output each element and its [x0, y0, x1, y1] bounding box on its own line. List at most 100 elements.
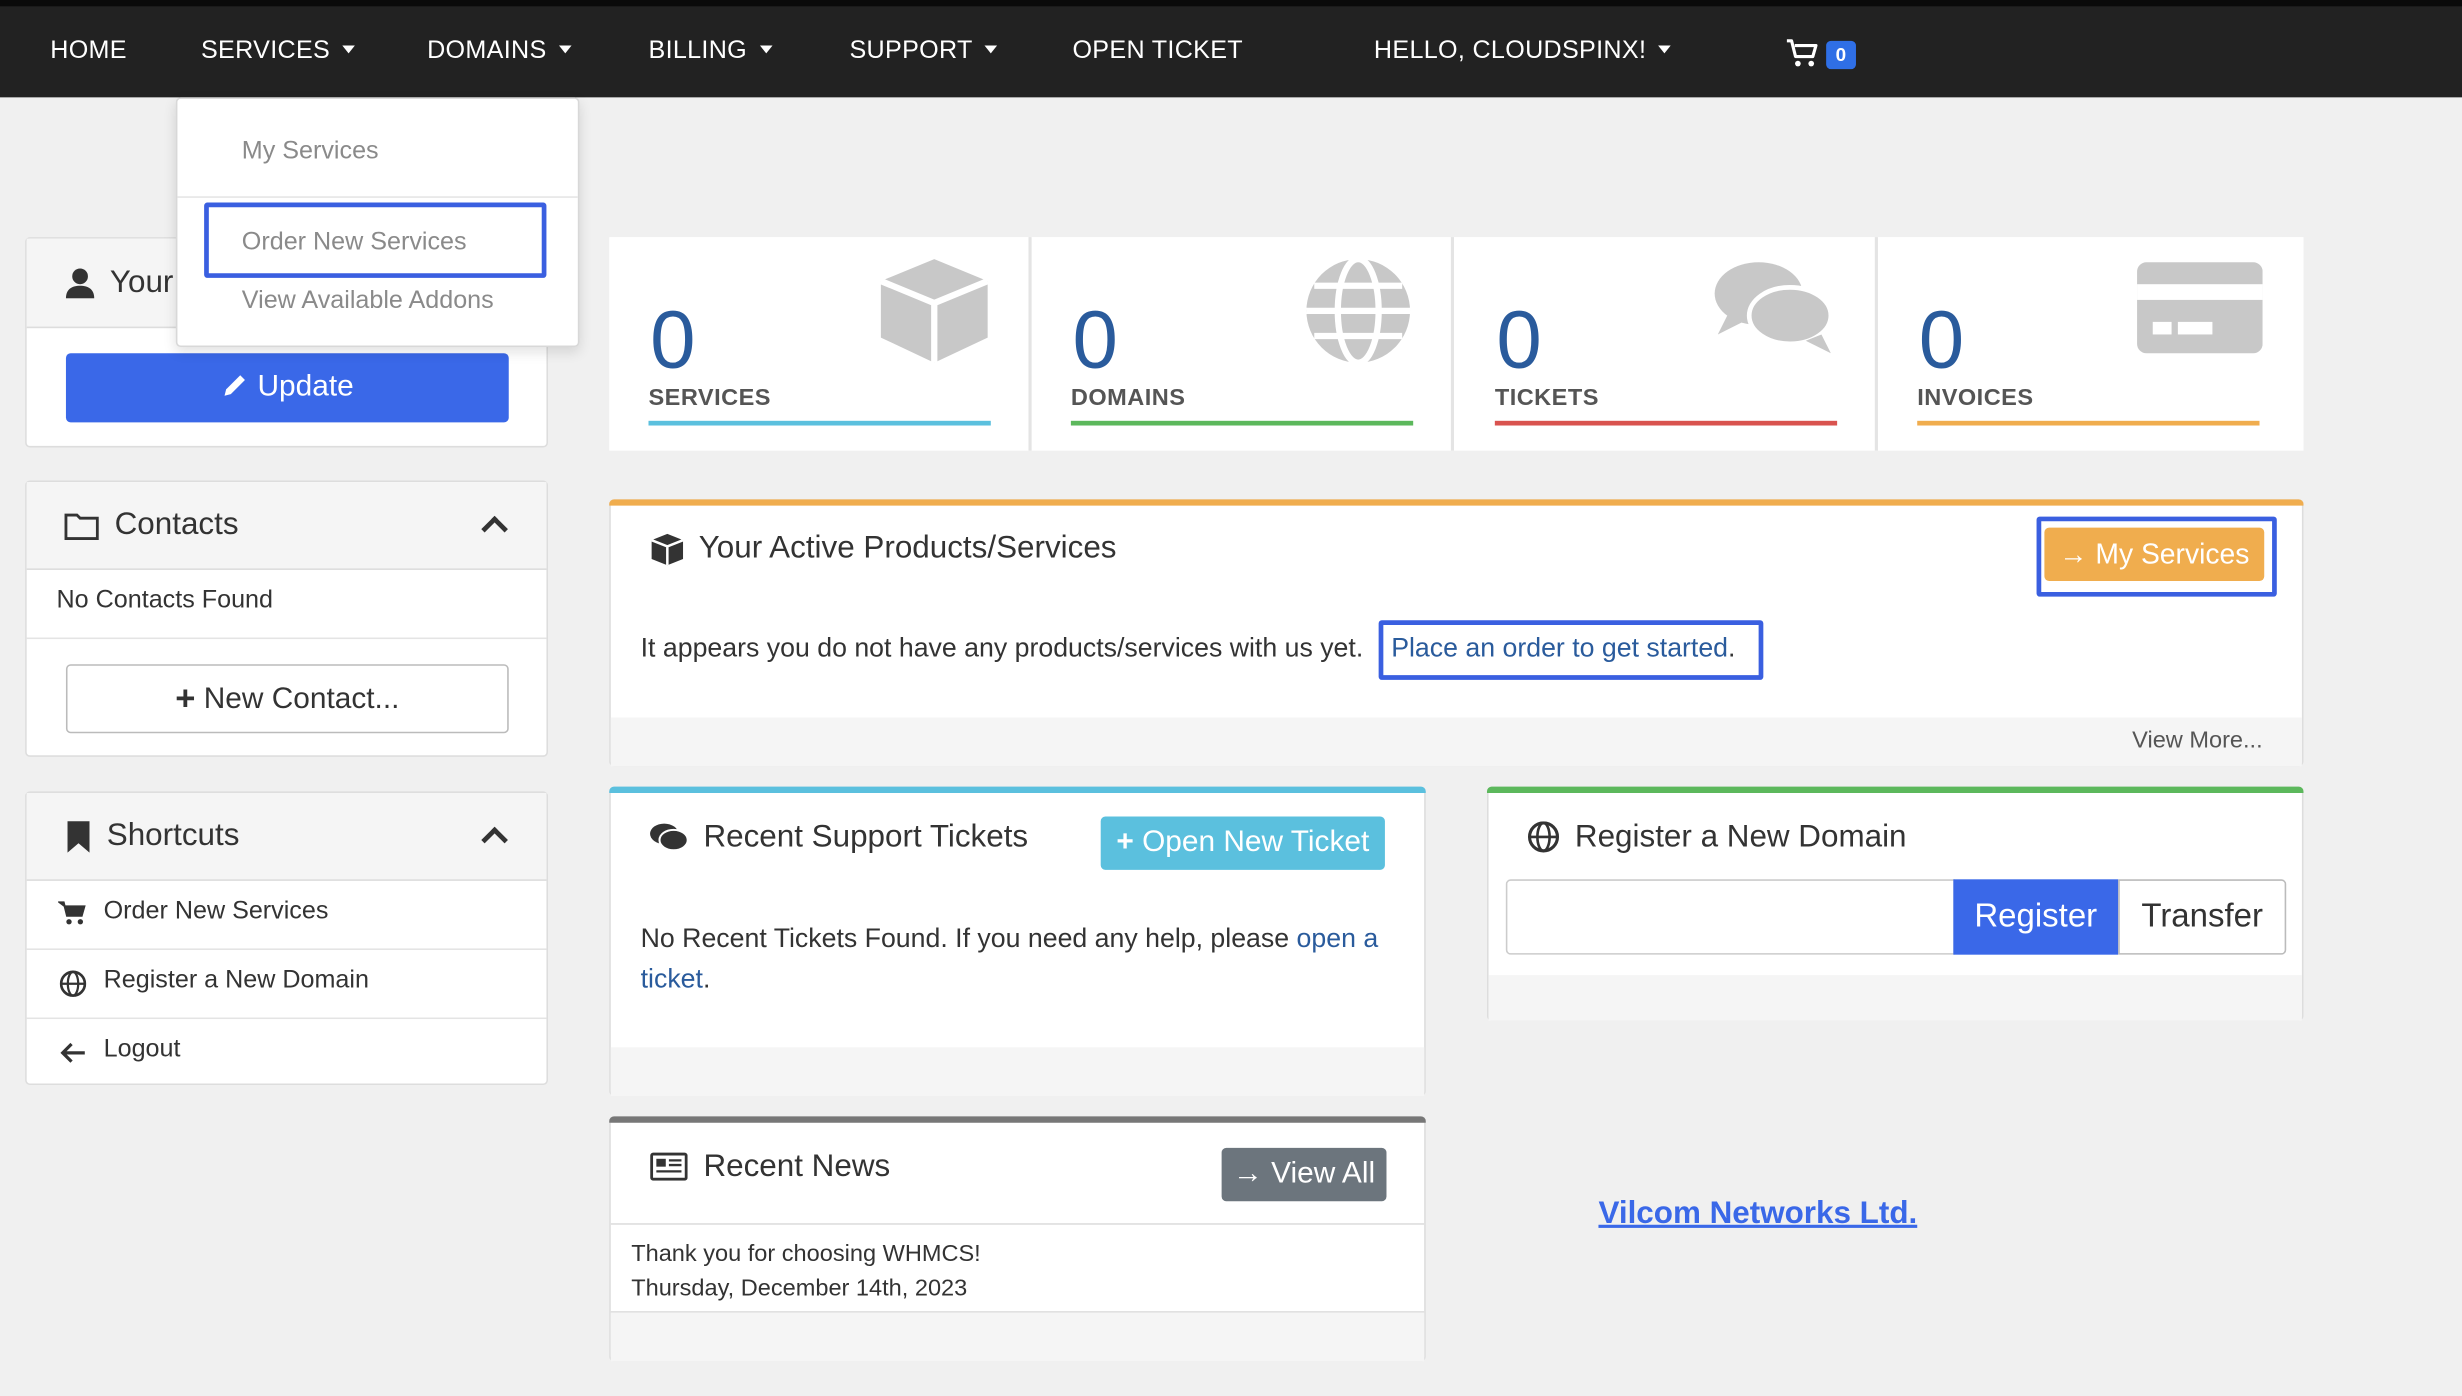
card-accent-bar — [609, 499, 2304, 506]
new-contact-button[interactable]: + New Contact... — [65, 664, 509, 734]
shortcut-label: Register a New Domain — [103, 967, 369, 994]
nav-services[interactable]: SERVICES — [200, 37, 356, 66]
shortcuts-panel: Shortcuts Order New Services Register a … — [25, 791, 548, 1087]
contacts-panel-title: Contacts — [114, 507, 239, 542]
nav-support-label: SUPPORT — [849, 37, 973, 65]
link-suffix: . — [702, 964, 711, 994]
cart-icon — [1786, 39, 1818, 67]
active-products-title: Your Active Products/Services — [698, 530, 1117, 566]
contacts-empty-text: No Contacts Found — [26, 570, 547, 640]
support-tickets-text: No Recent Tickets Found. If you need any… — [640, 923, 1290, 954]
comments-icon — [650, 823, 689, 852]
view-more-link[interactable]: View More... — [2132, 727, 2262, 754]
nav-cart[interactable]: 0 — [1785, 38, 1856, 73]
company-link[interactable]: Vilcom Networks Ltd. — [1598, 1196, 1917, 1232]
cube-icon — [651, 533, 684, 566]
support-tickets-footer — [610, 1047, 1425, 1096]
nav-home[interactable]: HOME — [50, 38, 127, 66]
caret-down-icon — [759, 45, 773, 54]
active-products-footer: View More... — [610, 717, 2302, 767]
stat-value: 0 — [1918, 295, 1965, 387]
nav-billing[interactable]: BILLING — [648, 38, 773, 66]
globe-icon — [1306, 255, 1411, 366]
card-accent-bar — [1486, 786, 2304, 793]
nav-support[interactable]: SUPPORT — [849, 37, 998, 66]
register-domain-card: Register a New Domain Register Transfer — [1486, 786, 2304, 1021]
link-suffix: . — [1728, 632, 1736, 663]
stat-underline — [1494, 420, 1838, 426]
shortcut-logout[interactable]: Logout — [27, 1019, 547, 1087]
plus-icon: + — [175, 678, 196, 718]
nav-user-label: HELLO, CLOUDSPINX! — [1373, 37, 1647, 65]
card-accent-bar — [609, 1116, 1426, 1123]
nav-domains-label: DOMAINS — [427, 37, 547, 65]
newspaper-icon — [650, 1152, 688, 1181]
update-button-label: Update — [257, 370, 354, 404]
shortcut-register-domain[interactable]: Register a New Domain — [26, 950, 547, 1020]
bookmark-icon — [67, 821, 90, 853]
folder-icon — [64, 513, 99, 540]
open-new-ticket-button[interactable]: + Open New Ticket — [1100, 816, 1385, 870]
stat-label: SERVICES — [648, 384, 771, 412]
open-ticket-link[interactable]: open a — [1297, 923, 1379, 953]
open-ticket-link-cont[interactable]: ticket — [641, 964, 703, 994]
news-item-title: Thank you for choosing WHMCS! — [631, 1240, 981, 1268]
chevron-up-icon[interactable] — [481, 515, 508, 543]
contacts-panel: Contacts No Contacts Found + New Contact… — [25, 480, 548, 757]
active-products-text: It appears you do not have any products/… — [640, 632, 1364, 663]
shortcut-order-new-services[interactable]: Order New Services — [26, 881, 547, 950]
my-services-button[interactable]: → My Services — [2044, 527, 2265, 581]
top-navbar: HOME SERVICES DOMAINS BILLING SUPPORT OP… — [0, 0, 2462, 98]
update-button[interactable]: Update — [65, 353, 509, 423]
menu-item-order-new-services[interactable]: Order New Services — [242, 229, 467, 257]
stat-label: INVOICES — [1917, 384, 2034, 412]
stat-underline — [1917, 420, 2260, 426]
menu-item-my-services[interactable]: My Services — [242, 138, 379, 166]
stat-tile-invoices[interactable]: 0 INVOICES — [1878, 237, 2300, 451]
place-order-link[interactable]: Place an order to get started — [1391, 633, 1728, 663]
my-services-label: My Services — [2095, 538, 2250, 570]
caret-down-icon — [342, 45, 356, 54]
nav-open-ticket[interactable]: OPEN TICKET — [1072, 38, 1243, 66]
card-accent-bar — [609, 786, 1426, 793]
stat-tile-domains[interactable]: 0 DOMAINS — [1032, 237, 1455, 451]
contacts-panel-header[interactable]: Contacts — [26, 482, 547, 570]
chevron-up-icon[interactable] — [481, 826, 508, 854]
nav-domains[interactable]: DOMAINS — [427, 38, 572, 66]
caret-down-icon — [1658, 45, 1672, 54]
nav-user-menu[interactable]: HELLO, CLOUDSPINX! — [1373, 37, 1672, 66]
place-order-wrap: Place an order to get started. — [1391, 633, 1735, 664]
cube-icon — [879, 259, 989, 363]
services-dropdown-menu: My Services Order New Services View Avai… — [175, 97, 580, 348]
globe-icon — [1527, 821, 1560, 853]
menu-item-view-available-addons[interactable]: View Available Addons — [242, 287, 494, 315]
news-item[interactable]: Thank you for choosing WHMCS! Thursday, … — [610, 1223, 1425, 1313]
menu-divider — [177, 196, 578, 198]
open-new-ticket-label: Open New Ticket — [1142, 825, 1370, 859]
active-products-card: Your Active Products/Services → My Servi… — [609, 499, 2304, 767]
plus-icon: + — [1116, 825, 1134, 859]
view-all-button[interactable]: → View All — [1221, 1147, 1387, 1202]
nav-services-label: SERVICES — [200, 37, 331, 65]
stat-value: 0 — [1496, 295, 1542, 387]
caret-down-icon — [559, 45, 572, 54]
support-tickets-message: No Recent Tickets Found. If you need any… — [641, 919, 1403, 1001]
shortcut-label: Logout — [103, 1036, 181, 1064]
shortcuts-panel-title: Shortcuts — [106, 818, 240, 853]
shortcuts-panel-header[interactable]: Shortcuts — [26, 792, 547, 881]
transfer-button[interactable]: Transfer — [2118, 879, 2287, 955]
arrow-right-icon: → — [1233, 1157, 1263, 1191]
stat-underline — [1070, 420, 1414, 426]
caret-down-icon — [985, 45, 998, 54]
stat-tile-services[interactable]: 0 SERVICES — [609, 237, 1032, 451]
stat-value: 0 — [1072, 295, 1118, 387]
recent-news-card: Recent News → View All Thank you for cho… — [609, 1116, 1426, 1362]
comments-icon — [1714, 262, 1834, 354]
stat-value: 0 — [650, 295, 696, 387]
register-button[interactable]: Register — [1953, 879, 2119, 955]
stat-tile-tickets[interactable]: 0 TICKETS — [1456, 237, 1878, 451]
view-all-label: View All — [1271, 1157, 1376, 1191]
domain-search-input[interactable] — [1505, 879, 1955, 955]
support-tickets-title: Recent Support Tickets — [703, 819, 1029, 855]
stat-label: DOMAINS — [1070, 384, 1186, 412]
